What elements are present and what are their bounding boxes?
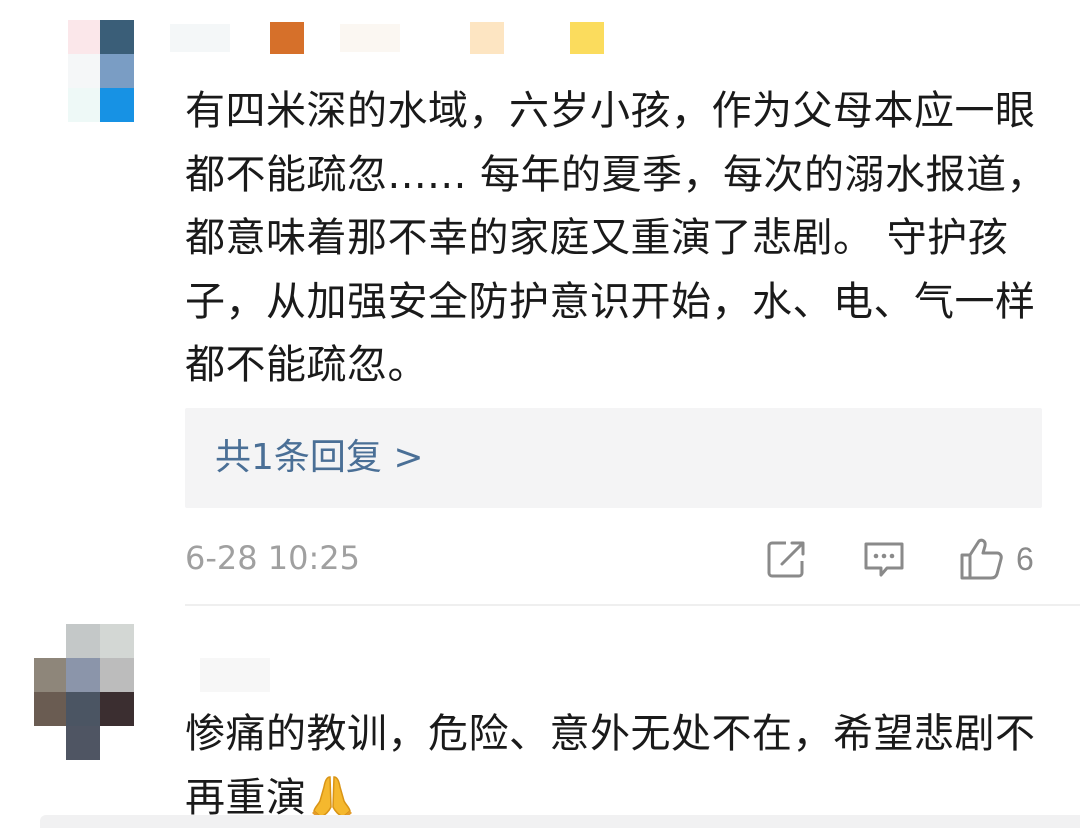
reply-preview-box[interactable]: 共1条回复 > — [185, 408, 1042, 508]
thumbs-up-icon — [958, 536, 1004, 582]
share-icon — [764, 537, 808, 581]
comment-item-2: 惨痛的教训，危险、意外无处不在，希望悲剧不再重演 — [0, 606, 1080, 828]
like-button[interactable]: 6 — [958, 532, 1034, 586]
username-blurred[interactable] — [170, 20, 620, 56]
avatar-blurred[interactable] — [60, 18, 140, 128]
folded-hands-emoji — [311, 773, 353, 838]
share-button[interactable] — [764, 532, 808, 586]
comment-timestamp: 6-28 10:25 — [185, 538, 360, 578]
comment-item-1: 有四米深的水域，六岁小孩，作为父母本应一眼都不能疏忽...... 每年的夏季，每… — [0, 0, 1080, 606]
username-blurred[interactable] — [200, 658, 270, 692]
like-count: 6 — [1016, 539, 1034, 579]
comment-icon — [862, 537, 906, 581]
view-replies-link[interactable]: 共1条回复 > — [215, 434, 424, 482]
comment-text: 有四米深的水域，六岁小孩，作为父母本应一眼都不能疏忽...... 每年的夏季，每… — [185, 80, 1055, 398]
next-item-edge — [40, 815, 1080, 828]
comment-button[interactable] — [862, 532, 906, 586]
avatar-blurred[interactable] — [30, 624, 140, 764]
